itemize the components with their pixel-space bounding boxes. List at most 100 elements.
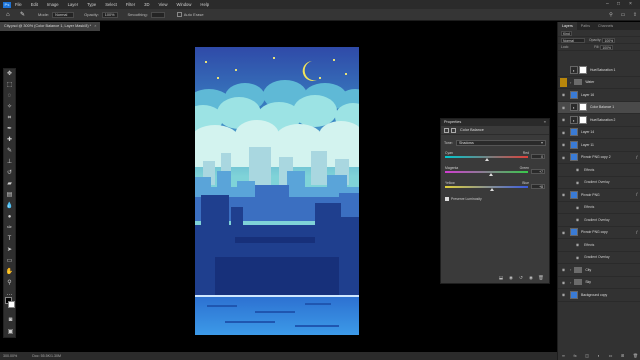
slider-handle[interactable] [485, 158, 489, 161]
layer-row[interactable]: ◉ Background copy [558, 289, 640, 302]
view-previous-icon[interactable]: ◉ [507, 275, 515, 281]
visibility-eye-icon[interactable]: ◉ [574, 217, 581, 222]
mode-select[interactable]: Normal [52, 11, 75, 18]
visibility-eye-icon[interactable]: ◉ [560, 92, 567, 97]
delete-layer-icon[interactable]: 🗑 [633, 353, 638, 358]
menu-layer[interactable]: Layer [68, 2, 78, 7]
layer-effect-row[interactable]: ◉ Effects [558, 164, 640, 177]
menu-3d[interactable]: 3D [144, 2, 149, 7]
visibility-eye-icon[interactable]: ◉ [560, 267, 567, 272]
layer-effect-row[interactable]: ◉ Effects [558, 239, 640, 252]
expand-arrow-icon[interactable]: › [570, 80, 571, 85]
maximize-icon[interactable]: □ [617, 1, 620, 7]
smoothing-field[interactable] [150, 11, 165, 18]
tone-select[interactable]: Shadows [456, 140, 546, 146]
menu-filter[interactable]: Filter [126, 2, 135, 7]
menu-image[interactable]: Image [47, 2, 59, 7]
delete-icon[interactable]: 🗑 [537, 275, 545, 281]
fx-badge-icon[interactable]: ƒ [636, 192, 638, 196]
shape-tool-icon[interactable]: ▭ [4, 256, 15, 267]
layer-thumbnail[interactable] [570, 128, 578, 137]
search-icon[interactable]: ⚲ [606, 11, 616, 19]
menu-window[interactable]: Window [177, 2, 192, 7]
mask-icon[interactable] [451, 127, 456, 133]
visibility-eye-icon[interactable]: ◉ [560, 292, 567, 297]
menu-type[interactable]: Type [87, 2, 96, 7]
layer-row[interactable]: ◉ ◐ Color Balance 1 [558, 101, 640, 114]
move-tool-icon[interactable]: ✥ [4, 69, 15, 80]
lasso-tool-icon[interactable]: ◌ [4, 91, 15, 102]
type-tool-icon[interactable]: T [4, 234, 15, 245]
link-layers-icon[interactable]: ∞ [562, 353, 565, 358]
visibility-eye-icon[interactable]: ◉ [560, 105, 567, 110]
brush-tool-icon[interactable]: ✎ [4, 146, 15, 157]
visibility-eye-icon[interactable]: ◉ [560, 280, 567, 285]
layer-mask-thumbnail[interactable] [579, 115, 587, 124]
menu-select[interactable]: Select [105, 2, 117, 7]
layer-mask-thumbnail[interactable] [579, 65, 587, 74]
screen-mode-icon[interactable]: ▣ [5, 327, 16, 338]
layer-thumbnail[interactable] [570, 190, 578, 199]
visibility-eye-icon[interactable]: ◉ [560, 142, 567, 147]
slider-value-field[interactable]: +7 [531, 169, 545, 174]
visibility-eye-icon[interactable] [560, 77, 567, 87]
layer-effect-row[interactable]: ◉ Gradient Overlay [558, 252, 640, 264]
dodge-tool-icon[interactable]: ● [4, 212, 15, 223]
magic-wand-tool-icon[interactable]: ✧ [4, 102, 15, 113]
new-layer-icon[interactable]: ⊞ [621, 353, 624, 358]
menu-view[interactable]: View [159, 2, 168, 7]
eyedropper-tool-icon[interactable]: ✒ [4, 124, 15, 135]
visibility-eye-icon[interactable]: ◉ [574, 205, 581, 210]
layer-effect-row[interactable]: ◉ Gradient Overlay [558, 214, 640, 227]
eraser-tool-icon[interactable]: ✎ [20, 11, 28, 19]
layer-thumbnail[interactable] [570, 228, 578, 237]
visibility-eye-icon[interactable]: ◉ [560, 192, 567, 197]
slider-handle[interactable] [489, 173, 493, 176]
layer-row[interactable]: ◉ › Sky [558, 277, 640, 289]
blur-tool-icon[interactable]: 💧 [4, 201, 15, 212]
close-document-icon[interactable]: × [94, 24, 96, 28]
visibility-eye-icon[interactable]: ◉ [574, 255, 581, 260]
fx-icon[interactable]: fx [573, 353, 576, 358]
menu-file[interactable]: File [15, 2, 22, 7]
layer-thumbnail[interactable] [570, 290, 578, 299]
background-color-swatch[interactable] [8, 301, 15, 308]
gradient-tool-icon[interactable]: ▤ [4, 190, 15, 201]
menu-help[interactable]: Help [200, 2, 209, 7]
visibility-eye-icon[interactable]: ◉ [574, 180, 581, 185]
add-mask-icon[interactable]: ◫ [585, 353, 589, 358]
expand-arrow-icon[interactable]: › [570, 267, 571, 272]
document-canvas[interactable] [195, 47, 359, 335]
visibility-eye-icon[interactable]: ◉ [560, 155, 567, 160]
pen-tool-icon[interactable]: ✑ [4, 223, 15, 234]
fill-field[interactable]: 100% [600, 44, 614, 50]
slider-value-field[interactable]: 0 [531, 154, 545, 159]
workspace-icon[interactable]: ▭ [618, 11, 628, 19]
opacity-field[interactable]: 100% [101, 11, 118, 18]
home-icon[interactable]: ⌂ [6, 11, 14, 19]
layer-row[interactable]: ◉ Layer 16 [558, 89, 640, 102]
visibility-eye-icon[interactable]: ◉ [560, 117, 567, 122]
minimize-icon[interactable]: – [606, 1, 609, 7]
layer-row[interactable]: ◉ Pixnoir PNG copy 2 ƒ [558, 152, 640, 164]
zoom-tool-icon[interactable]: ⚲ [4, 278, 15, 289]
layer-thumbnail[interactable] [570, 90, 578, 99]
visibility-eye-icon[interactable]: ◉ [560, 230, 567, 235]
slider-track[interactable] [445, 171, 528, 173]
layer-row[interactable]: ◉ › City [558, 264, 640, 277]
stamp-tool-icon[interactable]: ⊥ [4, 157, 15, 168]
layer-row[interactable]: ◉ Pixnoir PNG copy ƒ [558, 227, 640, 239]
panel-menu-icon[interactable]: ≡ [544, 119, 546, 126]
layer-row[interactable]: ◉ Layer 11 [558, 139, 640, 152]
new-adjustment-icon[interactable]: ◐ [598, 353, 600, 358]
preserve-luminosity-checkbox[interactable] [445, 197, 449, 201]
layer-effect-row[interactable]: ◉ Gradient Overlay [558, 177, 640, 189]
marquee-tool-icon[interactable]: ⬚ [4, 80, 15, 91]
expand-arrow-icon[interactable]: › [570, 280, 571, 285]
clip-to-layer-icon[interactable]: ⬓ [497, 275, 505, 281]
auto-erase-checkbox[interactable] [176, 12, 182, 17]
visibility-icon[interactable]: ◉ [527, 275, 535, 281]
slider-value-field[interactable]: +8 [531, 184, 545, 189]
tab-paths[interactable]: Paths [577, 22, 594, 30]
slider-handle[interactable] [489, 188, 494, 191]
